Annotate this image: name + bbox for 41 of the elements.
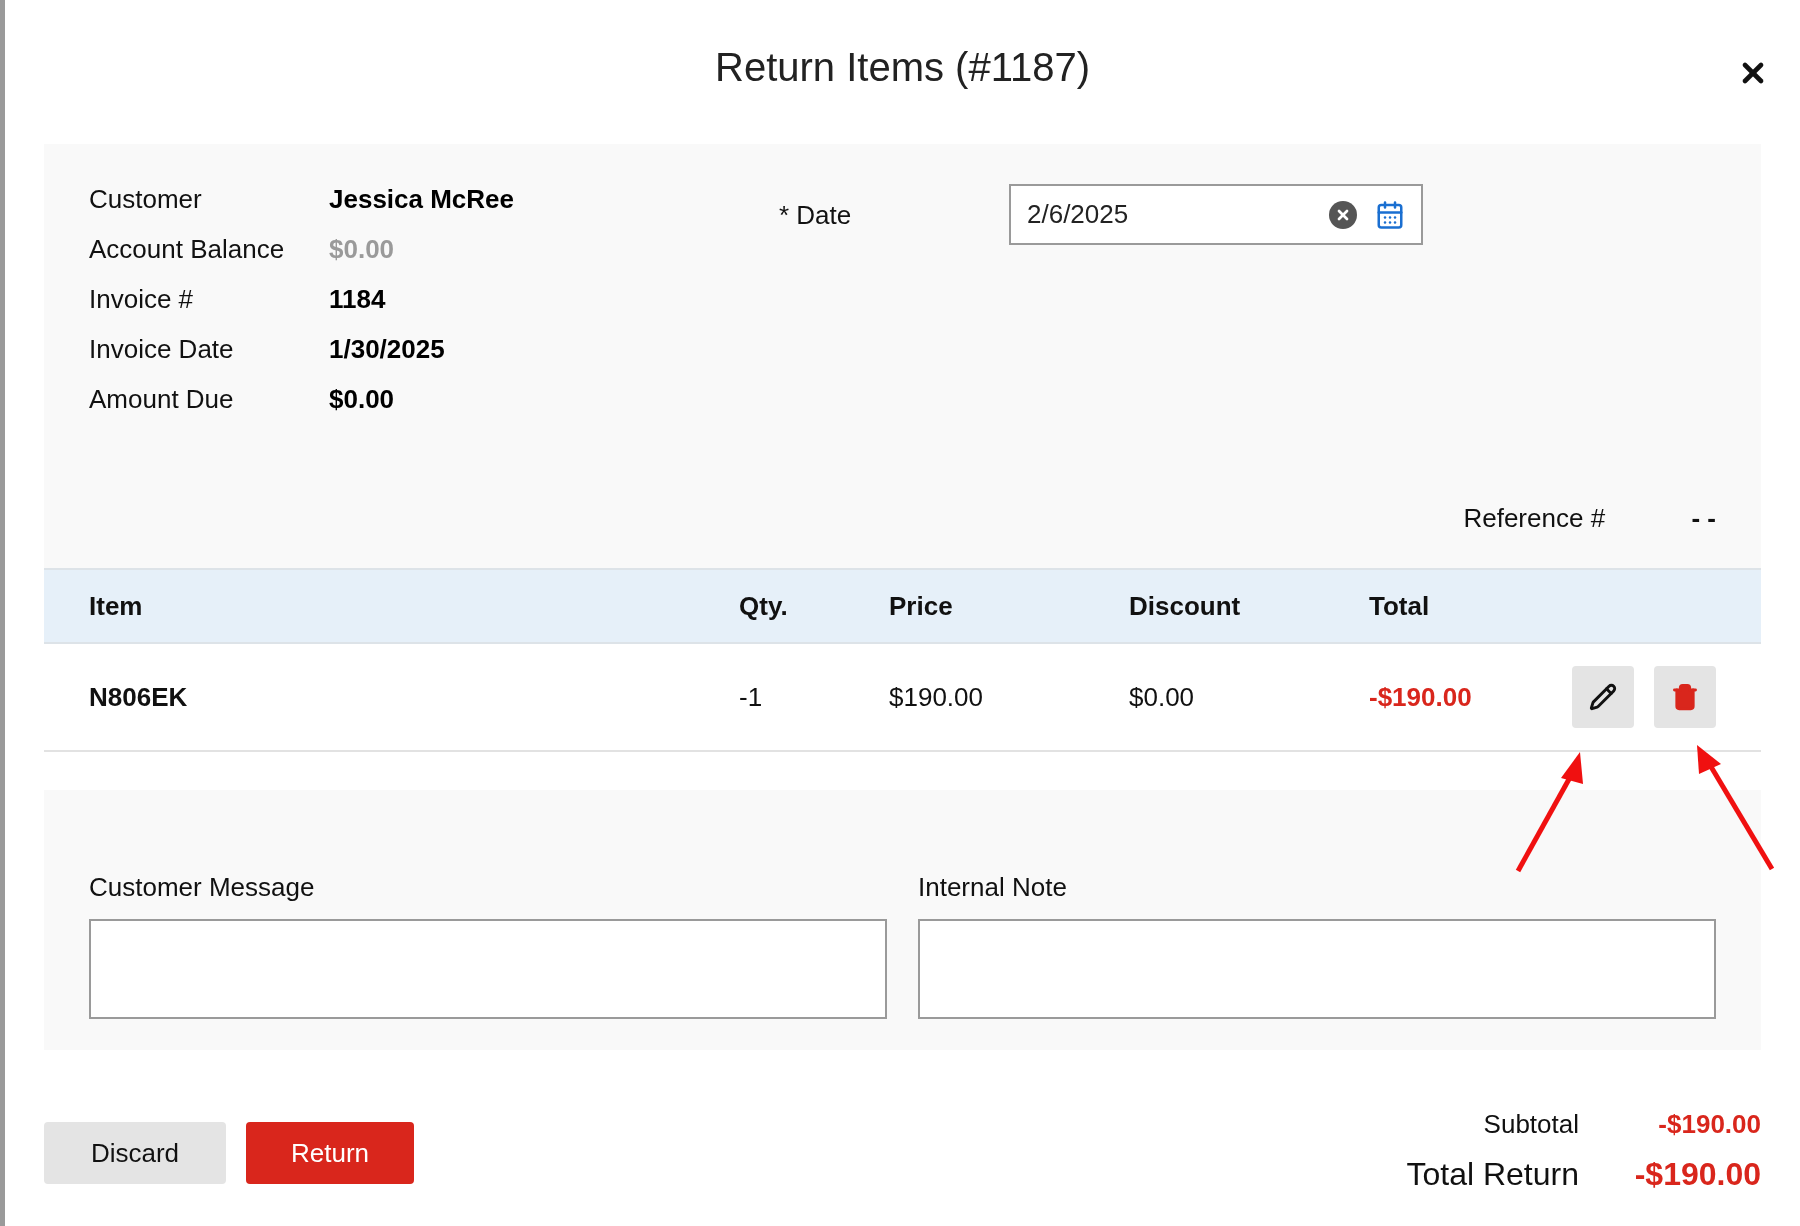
dialog-title: Return Items (#1187)	[715, 44, 1090, 91]
total-label: Subtotal	[1483, 1108, 1579, 1141]
detail-label: Customer	[89, 184, 203, 215]
trash-icon	[1671, 683, 1699, 711]
detail-label: Amount Due	[89, 384, 235, 415]
pencil-icon	[1589, 683, 1617, 711]
total-label: Total Return	[1406, 1155, 1579, 1194]
detail-value: 1/30/2025	[329, 334, 445, 365]
reference-label: Reference #	[1463, 502, 1607, 535]
column-header: Qty.	[739, 589, 789, 623]
note-label: Customer Message	[89, 871, 316, 904]
reference-value: - -	[1691, 502, 1716, 535]
note-field[interactable]	[89, 919, 887, 1019]
total-value: -$190.00	[1657, 1108, 1761, 1141]
total-value: -$190.00	[1633, 1155, 1761, 1194]
return-button[interactable]: Return	[246, 1122, 414, 1184]
note-label: Internal Note	[918, 871, 1068, 904]
date-label: * Date	[779, 199, 853, 232]
detail-label: Account Balance	[89, 234, 286, 265]
column-header: Total	[1369, 589, 1431, 623]
delete-button[interactable]	[1654, 666, 1716, 728]
discard-button[interactable]: Discard	[44, 1122, 226, 1184]
detail-value: Jessica McRee	[329, 184, 515, 215]
item-cell-text: N806EK	[89, 680, 189, 714]
detail-label: Invoice #	[89, 284, 195, 315]
clear-icon[interactable]	[1329, 200, 1357, 229]
detail-value: $0.00	[329, 384, 395, 415]
detail-value: 1184	[329, 284, 386, 315]
column-header: Discount	[1129, 589, 1242, 623]
discount-cell-text: $0.00	[1129, 680, 1196, 714]
total-cell-text: -$190.00	[1369, 680, 1473, 714]
detail-label: Invoice Date	[89, 334, 235, 365]
column-header: Price	[889, 589, 954, 623]
edit-button[interactable]	[1572, 666, 1634, 728]
date-field[interactable]: 2/6/2025	[1009, 184, 1423, 245]
note-field[interactable]	[918, 919, 1716, 1019]
price-cell-text: $190.00	[889, 680, 984, 714]
qty-cell-text: -1	[739, 680, 764, 714]
column-header: Item	[89, 589, 144, 623]
calendar-icon[interactable]	[1375, 199, 1405, 230]
detail-value: $0.00	[329, 234, 395, 265]
